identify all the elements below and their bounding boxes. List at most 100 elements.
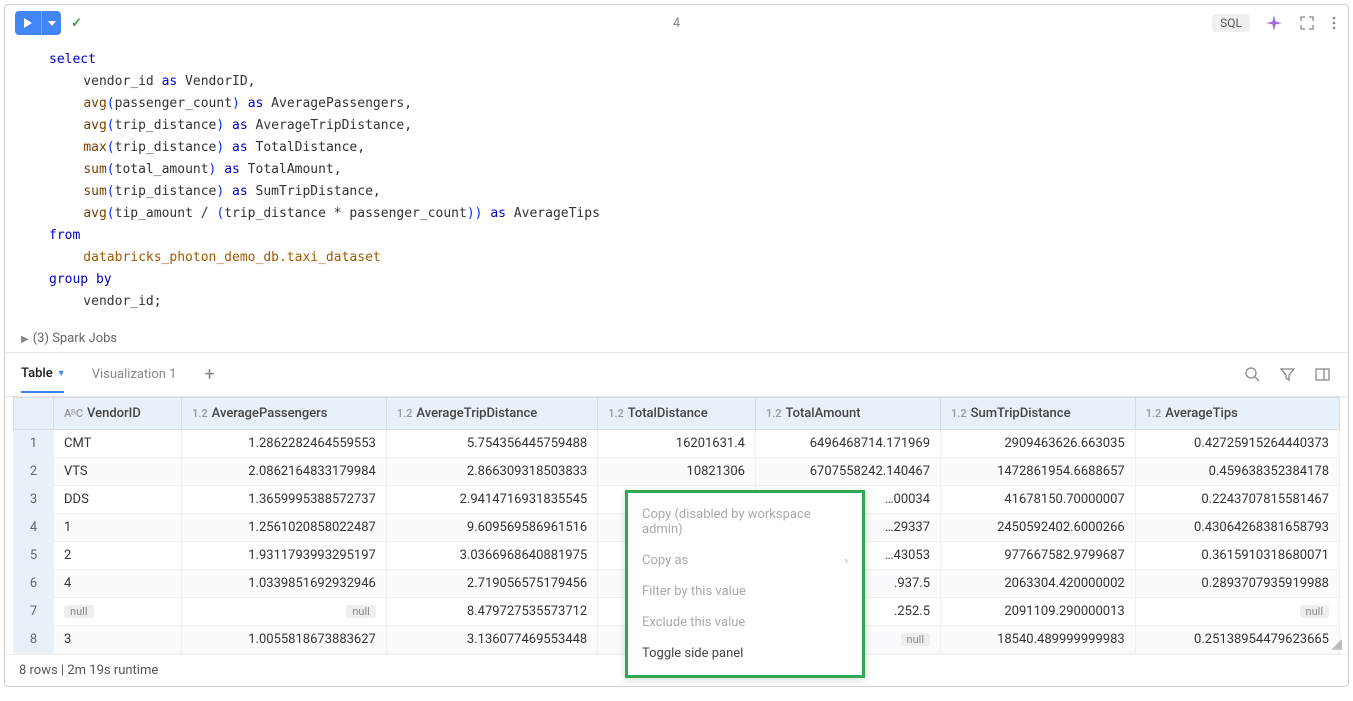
cell-avgtripdistance[interactable]: 3.0366968640881975	[386, 542, 597, 570]
cell-context-menu: Copy (disabled by workspace admin) Copy …	[625, 490, 865, 678]
col-header-vendorid[interactable]: AᴮCVendorID	[54, 398, 182, 430]
cell-avgpassengers[interactable]: null	[182, 598, 387, 626]
caret-right-icon: ▶	[21, 334, 29, 345]
cell-totalamount[interactable]: 6496468714.171969	[755, 430, 940, 458]
cell-avgpassengers[interactable]: 1.3659995388572737	[182, 486, 387, 514]
null-pill: null	[64, 605, 94, 618]
row-number-header[interactable]	[14, 398, 54, 430]
row-number-cell[interactable]: 7	[14, 598, 54, 626]
cell-totalamount[interactable]: 6707558242.140467	[755, 458, 940, 486]
col-header-totaldistance[interactable]: 1.2TotalDistance	[598, 398, 756, 430]
cell-avgtips[interactable]: 0.43064268381658793	[1135, 514, 1339, 542]
add-tab-button[interactable]: +	[204, 364, 214, 385]
col-header-sumtripdistance[interactable]: 1.2SumTripDistance	[941, 398, 1136, 430]
cell-toolbar: ✓ 4 SQL	[5, 5, 1348, 41]
cell-vendorid[interactable]: null	[54, 598, 182, 626]
col-header-totalamount[interactable]: 1.2TotalAmount	[755, 398, 940, 430]
cell-avgtips[interactable]: 0.25138954479623665	[1135, 626, 1339, 654]
row-number-cell[interactable]: 8	[14, 626, 54, 654]
cell-avgtripdistance[interactable]: 2.866309318503833	[386, 458, 597, 486]
row-number-cell[interactable]: 3	[14, 486, 54, 514]
cell-avgpassengers[interactable]: 1.2862282464559553	[182, 430, 387, 458]
cell-sumtripdistance[interactable]: 2450592402.6000266	[941, 514, 1136, 542]
resize-handle-icon[interactable]: ◢	[1331, 636, 1342, 652]
cell-vendorid[interactable]: 2	[54, 542, 182, 570]
col-header-avgtripdistance[interactable]: 1.2AverageTripDistance	[386, 398, 597, 430]
filter-icon[interactable]	[1278, 365, 1297, 384]
row-number-cell[interactable]: 1	[14, 430, 54, 458]
status-rows: 8 rows	[19, 663, 58, 678]
results-tabs: Table ▾ Visualization 1 +	[5, 352, 1348, 396]
cell-avgtips[interactable]: 0.459638352384178	[1135, 458, 1339, 486]
assistant-sparkle-icon[interactable]	[1264, 13, 1284, 33]
cell-sumtripdistance[interactable]: 41678150.70000007	[941, 486, 1136, 514]
cell-vendorid[interactable]: DDS	[54, 486, 182, 514]
cell-avgpassengers[interactable]: 1.9311793993295197	[182, 542, 387, 570]
row-number-cell[interactable]: 6	[14, 570, 54, 598]
cell-avgtripdistance[interactable]: 9.609569586961516	[386, 514, 597, 542]
cell-sumtripdistance[interactable]: 2063304.420000002	[941, 570, 1136, 598]
ctx-filter[interactable]: Filter by this value	[628, 576, 862, 607]
tab-visualization-1[interactable]: Visualization 1	[92, 357, 177, 392]
row-number-cell[interactable]: 2	[14, 458, 54, 486]
ctx-copy-as-label: Copy as	[642, 553, 688, 568]
sql-editor[interactable]: select vendor_id as VendorID, avg(passen…	[5, 41, 1348, 325]
cell-avgpassengers[interactable]: 1.0055818673883627	[182, 626, 387, 654]
run-button[interactable]	[15, 11, 41, 35]
cell-avgtips[interactable]: null	[1135, 598, 1339, 626]
cell-avgtripdistance[interactable]: 2.9414716931835545	[386, 486, 597, 514]
table-row[interactable]: 2VTS2.08621648331799842.8663093185038331…	[14, 458, 1340, 486]
table-row[interactable]: 1CMT1.28622824645595535.7543564457594881…	[14, 430, 1340, 458]
ctx-toggle-side-panel[interactable]: Toggle side panel	[628, 638, 862, 669]
col-header-avgpassengers[interactable]: 1.2AveragePassengers	[182, 398, 387, 430]
cell-avgtips[interactable]: 0.2243707815581467	[1135, 486, 1339, 514]
cell-avgpassengers[interactable]: 1.0339851692932946	[182, 570, 387, 598]
cell-avgtips[interactable]: 0.3615910318680071	[1135, 542, 1339, 570]
cell-vendorid[interactable]: VTS	[54, 458, 182, 486]
tab-table-label: Table	[21, 366, 53, 381]
cell-avgtripdistance[interactable]: 3.136077469553448	[386, 626, 597, 654]
type-number-icon: 1.2	[192, 407, 208, 420]
row-number-cell[interactable]: 4	[14, 514, 54, 542]
ctx-exclude[interactable]: Exclude this value	[628, 607, 862, 638]
cell-sumtripdistance[interactable]: 2909463626.663035	[941, 430, 1136, 458]
run-dropdown-button[interactable]	[41, 11, 61, 35]
cell-sumtripdistance[interactable]: 977667582.9799687	[941, 542, 1136, 570]
cell-avgtips[interactable]: 0.42725915264440373	[1135, 430, 1339, 458]
null-pill: null	[1300, 605, 1330, 618]
status-runtime: 2m 19s runtime	[67, 663, 158, 678]
cell-avgpassengers[interactable]: 2.0862164833179984	[182, 458, 387, 486]
ctx-copy-disabled: Copy (disabled by workspace admin)	[628, 499, 862, 545]
cell-sumtripdistance[interactable]: 1472861954.6688657	[941, 458, 1136, 486]
cell-vendorid[interactable]: 4	[54, 570, 182, 598]
cell-sumtripdistance[interactable]: 2091109.290000013	[941, 598, 1136, 626]
side-panel-icon[interactable]	[1313, 365, 1332, 384]
expand-icon[interactable]	[1298, 14, 1316, 32]
cell-avgtips[interactable]: 0.2893707935919988	[1135, 570, 1339, 598]
cell-avgpassengers[interactable]: 1.2561020858022487	[182, 514, 387, 542]
null-pill: null	[346, 605, 376, 618]
table-header-row: AᴮCVendorID 1.2AveragePassengers 1.2Aver…	[14, 398, 1340, 430]
tabs-right-icons	[1243, 365, 1332, 384]
col-header-avgtips[interactable]: 1.2AverageTips	[1135, 398, 1339, 430]
success-check-icon: ✓	[71, 16, 82, 31]
cell-totaldistance[interactable]: 10821306	[598, 458, 756, 486]
run-button-group	[15, 11, 61, 35]
spark-jobs-toggle[interactable]: ▶(3) Spark Jobs	[5, 325, 1348, 352]
more-menu-icon[interactable]	[1330, 14, 1338, 32]
cell-avgtripdistance[interactable]: 8.479727535573712	[386, 598, 597, 626]
cell-totaldistance[interactable]: 16201631.4	[598, 430, 756, 458]
cell-number: 4	[673, 16, 680, 31]
cell-vendorid[interactable]: CMT	[54, 430, 182, 458]
row-number-cell[interactable]: 5	[14, 542, 54, 570]
search-results-icon[interactable]	[1243, 365, 1262, 384]
cell-sumtripdistance[interactable]: 18540.489999999983	[941, 626, 1136, 654]
notebook-cell: ✓ 4 SQL select vendor_id as VendorID, av…	[4, 4, 1349, 687]
ctx-copy-as[interactable]: Copy as ›	[628, 545, 862, 576]
cell-avgtripdistance[interactable]: 2.719056575179456	[386, 570, 597, 598]
tab-table[interactable]: Table ▾	[21, 356, 64, 393]
cell-vendorid[interactable]: 1	[54, 514, 182, 542]
cell-vendorid[interactable]: 3	[54, 626, 182, 654]
cell-avgtripdistance[interactable]: 5.754356445759488	[386, 430, 597, 458]
sql-badge[interactable]: SQL	[1212, 14, 1250, 32]
